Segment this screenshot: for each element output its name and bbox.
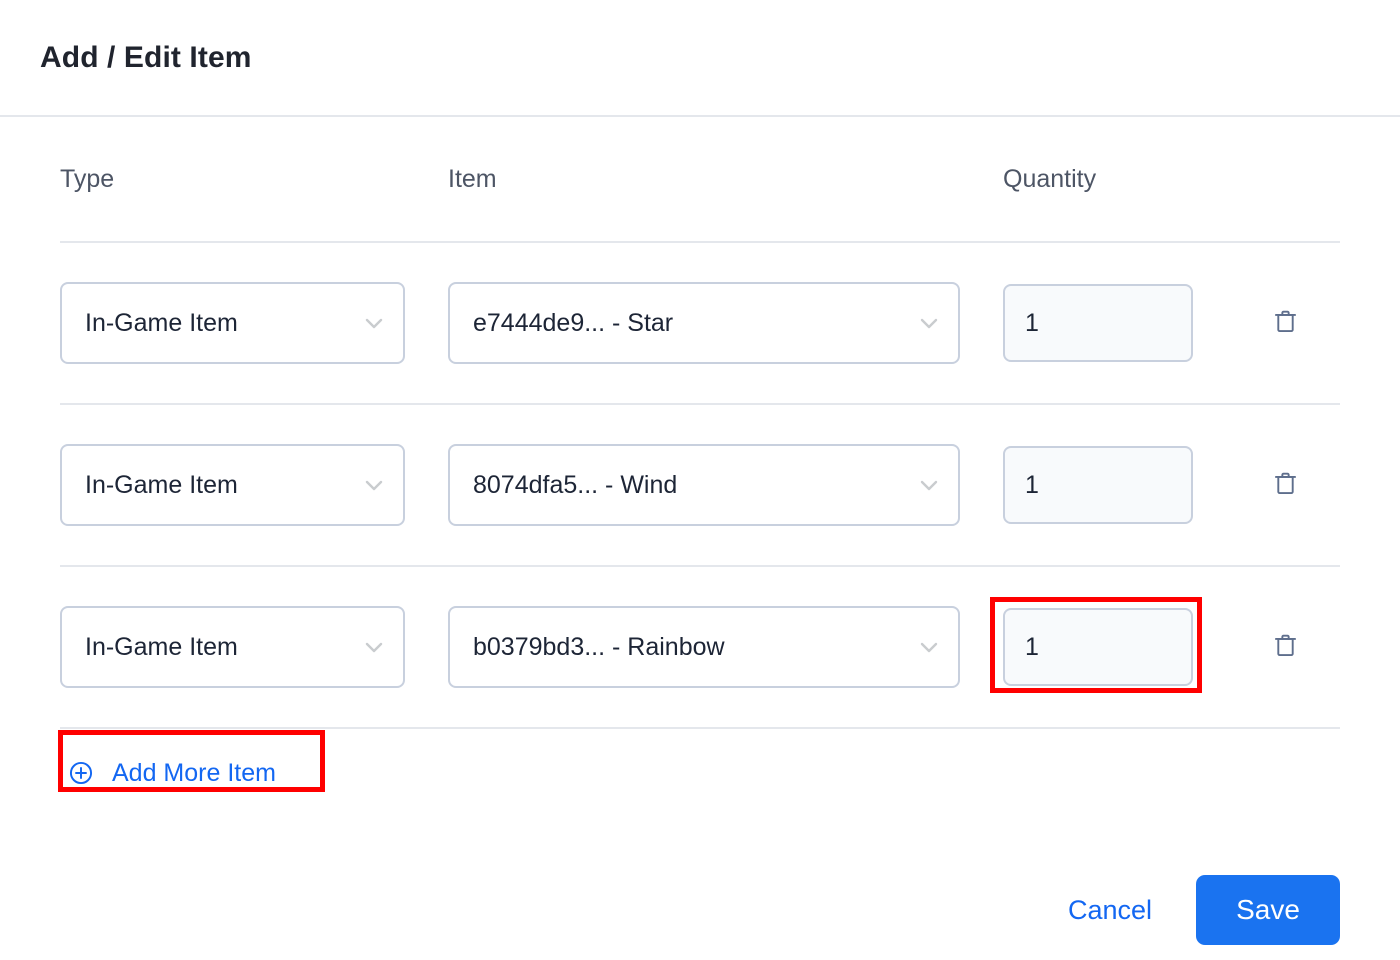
row-action-cell bbox=[1265, 465, 1340, 505]
add-more-zone: Add More Item bbox=[60, 729, 1340, 817]
type-select-value-2: In-Game Item bbox=[85, 632, 238, 661]
delete-row-button-1[interactable] bbox=[1265, 465, 1305, 505]
row-type-cell: In-Game Item bbox=[60, 282, 448, 364]
column-header-quantity: Quantity bbox=[1003, 164, 1097, 193]
table-row: In-Game Item 8074dfa5... - Wind bbox=[60, 405, 1340, 567]
row-item-cell: b0379bd3... - Rainbow bbox=[448, 606, 1003, 688]
add-more-item-button[interactable]: Add More Item bbox=[60, 749, 290, 798]
type-select-value-0: In-Game Item bbox=[85, 308, 238, 337]
row-item-cell: 8074dfa5... - Wind bbox=[448, 444, 1003, 526]
delete-row-button-0[interactable] bbox=[1265, 303, 1305, 343]
row-type-cell: In-Game Item bbox=[60, 444, 448, 526]
add-more-item-label: Add More Item bbox=[112, 758, 276, 787]
chevron-down-icon bbox=[917, 473, 941, 497]
plus-circle-icon bbox=[68, 760, 94, 786]
dialog-header: Add / Edit Item bbox=[0, 0, 1400, 117]
save-button[interactable]: Save bbox=[1196, 875, 1340, 945]
row-action-cell bbox=[1265, 303, 1340, 343]
row-item-cell: e7444de9... - Star bbox=[448, 282, 1003, 364]
chevron-down-icon bbox=[917, 311, 941, 335]
quantity-input-wrap-0 bbox=[1003, 284, 1193, 362]
add-edit-item-dialog: Add / Edit Item Type Item Quantity In-Ga… bbox=[0, 0, 1400, 960]
item-select-2[interactable]: b0379bd3... - Rainbow bbox=[448, 606, 960, 688]
cancel-button[interactable]: Cancel bbox=[1052, 883, 1168, 938]
column-header-type: Type bbox=[60, 164, 115, 193]
type-select-1[interactable]: In-Game Item bbox=[60, 444, 405, 526]
row-quantity-cell bbox=[1003, 608, 1265, 686]
row-action-cell bbox=[1265, 627, 1340, 667]
item-select-value-1: 8074dfa5... - Wind bbox=[473, 470, 678, 499]
table-row: In-Game Item e7444de9... - Star bbox=[60, 243, 1340, 405]
quantity-input-0[interactable] bbox=[1003, 284, 1193, 362]
table-header-row: Type Item Quantity bbox=[60, 117, 1340, 243]
trash-icon bbox=[1272, 308, 1299, 338]
quantity-input-wrap-2 bbox=[1003, 608, 1193, 686]
delete-row-button-2[interactable] bbox=[1265, 627, 1305, 667]
chevron-down-icon bbox=[362, 635, 386, 659]
item-select-0[interactable]: e7444de9... - Star bbox=[448, 282, 960, 364]
column-header-type-cell: Type bbox=[60, 165, 448, 194]
chevron-down-icon bbox=[362, 473, 386, 497]
item-select-1[interactable]: 8074dfa5... - Wind bbox=[448, 444, 960, 526]
row-type-cell: In-Game Item bbox=[60, 606, 448, 688]
table-row: In-Game Item b0379bd3... - Rainbow bbox=[60, 567, 1340, 729]
quantity-input-wrap-1 bbox=[1003, 446, 1193, 524]
row-quantity-cell bbox=[1003, 284, 1265, 362]
trash-icon bbox=[1272, 632, 1299, 662]
quantity-input-1[interactable] bbox=[1003, 446, 1193, 524]
type-select-value-1: In-Game Item bbox=[85, 470, 238, 499]
dialog-body: Type Item Quantity In-Game Item e7444de9… bbox=[0, 117, 1400, 817]
quantity-input-2[interactable] bbox=[1003, 608, 1193, 686]
chevron-down-icon bbox=[917, 635, 941, 659]
item-select-value-2: b0379bd3... - Rainbow bbox=[473, 632, 725, 661]
trash-icon bbox=[1272, 470, 1299, 500]
column-header-quantity-cell: Quantity bbox=[1003, 165, 1265, 194]
item-select-value-0: e7444de9... - Star bbox=[473, 308, 674, 337]
chevron-down-icon bbox=[362, 311, 386, 335]
type-select-0[interactable]: In-Game Item bbox=[60, 282, 405, 364]
type-select-2[interactable]: In-Game Item bbox=[60, 606, 405, 688]
page-title: Add / Edit Item bbox=[40, 40, 252, 74]
row-quantity-cell bbox=[1003, 446, 1265, 524]
column-header-item: Item bbox=[448, 164, 497, 193]
dialog-footer: Cancel Save bbox=[0, 817, 1400, 945]
column-header-item-cell: Item bbox=[448, 165, 1003, 194]
